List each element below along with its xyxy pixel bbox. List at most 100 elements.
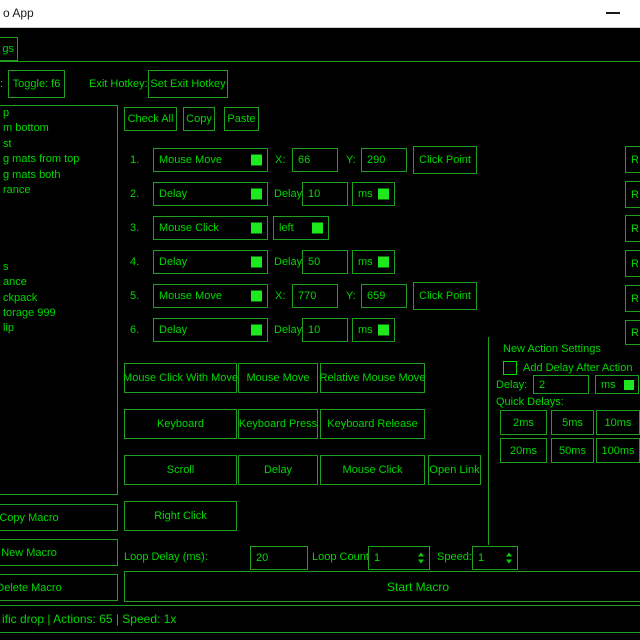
spinner-down-icon[interactable] (418, 560, 424, 564)
quick-delay-10ms-button[interactable]: 10ms (596, 410, 640, 435)
new-action-settings-title: New Action Settings (503, 343, 601, 355)
macro-list-item[interactable]: ckpack (1, 291, 116, 306)
quick-delay-20ms-button[interactable]: 20ms (500, 438, 547, 463)
remove-action-button[interactable]: R (625, 146, 640, 173)
loop-count-stepper[interactable]: 1 (368, 546, 430, 570)
nas-delay-input[interactable] (533, 375, 589, 394)
add-keyboard-button[interactable]: Keyboard (124, 409, 237, 439)
macro-list[interactable]: p m bottom st g mats from top g mats bot… (0, 105, 118, 495)
macro-list-item[interactable]: st (1, 137, 116, 152)
add-relative-mouse-move-button[interactable]: Relative Mouse Move (320, 363, 425, 393)
spinner-up-icon[interactable] (418, 553, 424, 557)
macro-list-item[interactable]: ance (1, 275, 116, 290)
add-mouse-move-button[interactable]: Mouse Move (238, 363, 318, 393)
check-all-button[interactable]: Check All (124, 107, 177, 131)
dropdown-square-icon (251, 223, 262, 234)
toggle-hotkey-label: Toggle: f6 (13, 78, 61, 90)
add-delay-button[interactable]: Delay (238, 455, 318, 485)
action-type-dropdown[interactable]: Delay (153, 318, 268, 342)
macro-list-item[interactable] (1, 214, 116, 229)
tab-settings[interactable]: gs (0, 37, 18, 61)
spinner-down-icon[interactable] (506, 560, 512, 564)
x-coordinate-input[interactable] (292, 284, 338, 308)
delay-unit-dropdown[interactable]: ms (352, 318, 395, 342)
add-scroll-button[interactable]: Scroll (124, 455, 237, 485)
button-label: Relative Mouse Move (320, 372, 426, 384)
add-open-link-button[interactable]: Open Link (428, 455, 481, 485)
action-type-dropdown[interactable]: Mouse Click (153, 216, 268, 240)
dropdown-square-icon (251, 257, 262, 268)
speed-stepper[interactable]: 1 (472, 546, 518, 570)
quick-delay-100ms-button[interactable]: 100ms (596, 438, 640, 463)
y-coordinate-input[interactable] (361, 284, 407, 308)
action-type-dropdown[interactable]: Delay (153, 250, 268, 274)
click-point-button[interactable]: Click Point (413, 146, 477, 174)
action-type-dropdown[interactable]: Mouse Move (153, 284, 268, 308)
delay-value-input[interactable] (302, 182, 348, 206)
macro-list-item[interactable] (1, 198, 116, 213)
button-label: Keyboard (157, 418, 204, 430)
loop-delay-input[interactable] (250, 546, 308, 570)
new-macro-button[interactable]: New Macro (0, 539, 118, 566)
quick-delay-50ms-button[interactable]: 50ms (551, 438, 594, 463)
dropdown-square-icon (378, 189, 389, 200)
nas-delay-unit-dropdown[interactable]: ms (595, 375, 639, 394)
copy-actions-button[interactable]: Copy (183, 107, 215, 131)
macro-list-item[interactable]: p (1, 106, 116, 121)
loop-delay-label: Loop Delay (ms): (124, 551, 208, 563)
y-coordinate-input[interactable] (361, 148, 407, 172)
quick-delay-5ms-button[interactable]: 5ms (551, 410, 594, 435)
spinner-up-icon[interactable] (506, 553, 512, 557)
quick-delay-2ms-button[interactable]: 2ms (500, 410, 547, 435)
add-keyboard-press-button[interactable]: Keyboard Press (238, 409, 318, 439)
minimize-icon[interactable] (606, 12, 620, 14)
button-label: Mouse Click (343, 464, 403, 476)
remove-action-button[interactable]: R (625, 215, 640, 242)
macro-list-item[interactable]: torage 999 (1, 306, 116, 321)
delay-unit-dropdown[interactable]: ms (352, 250, 395, 274)
button-label: 10ms (605, 417, 632, 429)
delay-value-input[interactable] (302, 318, 348, 342)
macro-list-item[interactable]: g mats both (1, 168, 116, 183)
macro-list-item[interactable]: m bottom (1, 121, 116, 136)
remove-action-button[interactable]: R (625, 320, 640, 345)
click-point-label: Click Point (419, 154, 471, 166)
add-mouse-click-button[interactable]: Mouse Click (320, 455, 425, 485)
x-coordinate-input[interactable] (292, 148, 338, 172)
mouse-button-value: left (279, 222, 294, 234)
macro-list-item[interactable]: s (1, 260, 116, 275)
add-mouse-click-with-move-button[interactable]: Mouse Click With Move (124, 363, 237, 393)
remove-action-button[interactable]: R (625, 250, 640, 277)
add-right-click-button[interactable]: Right Click (124, 501, 237, 531)
remove-action-button[interactable]: R (625, 285, 640, 312)
action-type-dropdown[interactable]: Delay (153, 182, 268, 206)
paste-actions-button[interactable]: Paste (224, 107, 259, 131)
set-exit-hotkey-label: Set Exit Hotkey (150, 78, 225, 90)
delete-macro-button[interactable]: Delete Macro (0, 574, 118, 601)
button-label: Open Link (429, 464, 479, 476)
delay-unit-dropdown[interactable]: ms (352, 182, 395, 206)
macro-list-item[interactable] (1, 229, 116, 244)
status-text: ific drop | Actions: 65 | Speed: 1x (2, 612, 176, 626)
start-macro-button[interactable]: Start Macro (124, 571, 640, 602)
window-title: o App (3, 6, 34, 20)
dropdown-square-icon (251, 291, 262, 302)
delay-unit-value: ms (358, 324, 373, 336)
add-delay-after-action-checkbox[interactable] (503, 361, 517, 375)
set-exit-hotkey-button[interactable]: Set Exit Hotkey (148, 70, 228, 98)
macro-list-item[interactable] (1, 245, 116, 260)
click-point-button[interactable]: Click Point (413, 282, 477, 310)
delay-value-input[interactable] (302, 250, 348, 274)
macro-list-item[interactable]: rance (1, 183, 116, 198)
copy-macro-button[interactable]: Copy Macro (0, 504, 118, 531)
macro-list-item[interactable]: g mats from top (1, 152, 116, 167)
action-row-number: 1. (130, 148, 146, 172)
mouse-button-dropdown[interactable]: left (273, 216, 329, 240)
macro-list-item[interactable]: lip (1, 321, 116, 336)
delete-macro-label: Delete Macro (0, 582, 62, 594)
tab-label: gs (2, 43, 14, 55)
add-keyboard-release-button[interactable]: Keyboard Release (320, 409, 425, 439)
action-type-dropdown[interactable]: Mouse Move (153, 148, 268, 172)
remove-action-button[interactable]: R (625, 181, 640, 208)
toggle-hotkey-button[interactable]: Toggle: f6 (8, 70, 65, 98)
